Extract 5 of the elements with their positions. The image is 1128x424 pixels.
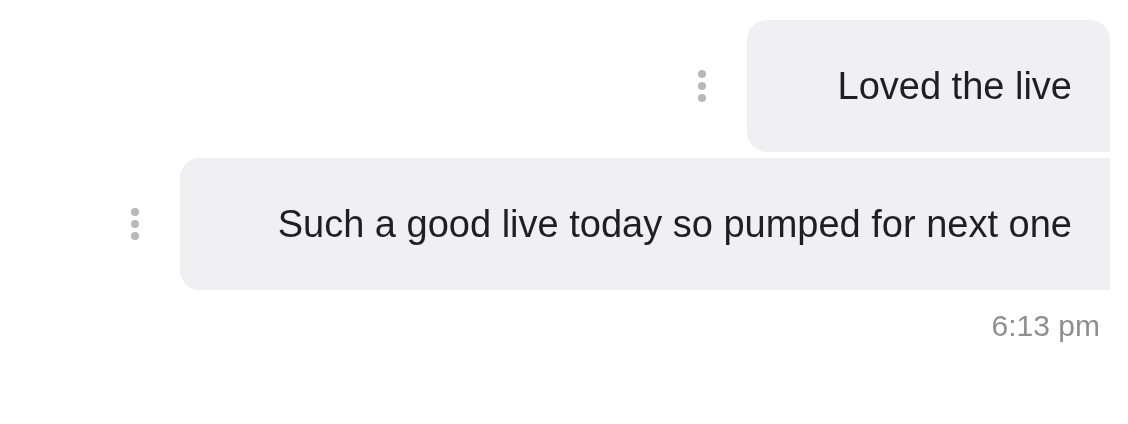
message-text: Loved the live — [836, 64, 1072, 109]
more-options-icon[interactable] — [697, 69, 707, 103]
more-options-icon[interactable] — [130, 207, 140, 241]
message-time: 6:13 pm — [991, 308, 1100, 344]
message-text: Such a good live today so pumped for next one — [276, 202, 1072, 247]
